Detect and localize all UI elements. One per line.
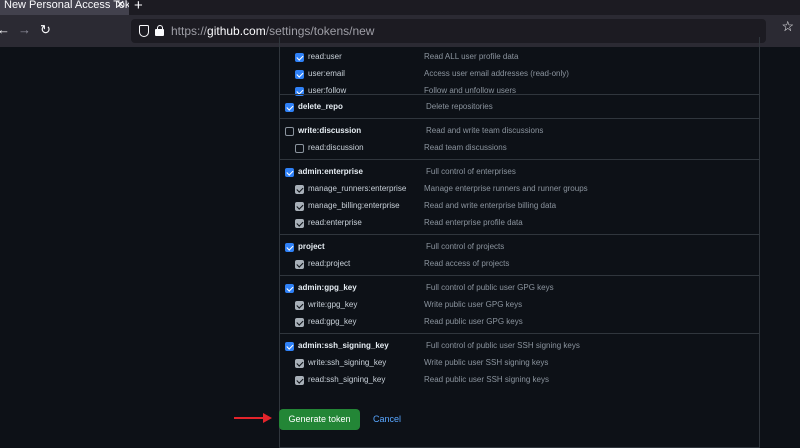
- scope-checkbox[interactable]: [295, 144, 304, 153]
- scope-row: admin:ssh_signing_key Full control of pub…: [280, 339, 750, 356]
- forward-icon[interactable]: →: [18, 22, 31, 37]
- close-icon[interactable]: ✕: [116, 0, 125, 11]
- scope-group: admin:ssh_signing_key Full control of pub…: [280, 333, 759, 391]
- scope-label[interactable]: write:gpg_key: [308, 300, 357, 309]
- scope-group: project Full control of projects read:proj…: [280, 234, 759, 275]
- scope-label[interactable]: read:gpg_key: [308, 317, 356, 326]
- scope-checkbox[interactable]: [285, 168, 294, 177]
- red-arrow-annotation: [234, 413, 272, 423]
- scope-row: user:email Access user email addresses (r…: [280, 67, 750, 84]
- scope-checkbox[interactable]: [295, 359, 304, 368]
- scope-group: read:user Read ALL user profile data user:…: [280, 45, 759, 96]
- scope-checkbox[interactable]: [295, 53, 304, 62]
- url-text[interactable]: https://github.com/settings/tokens/new: [171, 24, 374, 38]
- scope-label[interactable]: read:enterprise: [308, 218, 362, 227]
- scope-checkbox[interactable]: [285, 284, 294, 293]
- scope-checkbox[interactable]: [285, 342, 294, 351]
- scope-row: project Full control of projects: [280, 240, 750, 257]
- scope-label[interactable]: read:user: [308, 52, 342, 61]
- scope-row: delete_repo Delete repositories: [280, 100, 750, 117]
- scope-checkbox[interactable]: [295, 301, 304, 310]
- scope-label[interactable]: delete_repo: [298, 102, 343, 111]
- scope-row: read:project Read access of projects: [280, 257, 750, 274]
- bookmark-star-icon[interactable]: ☆: [781, 18, 794, 35]
- new-tab-button[interactable]: +: [134, 0, 143, 14]
- scope-group: admin:enterprise Full control of enterpri…: [280, 159, 759, 234]
- scope-row: admin:gpg_key Full control of public user…: [280, 281, 750, 298]
- scope-row: read:ssh_signing_key Read public user SSH…: [280, 373, 750, 390]
- scope-label[interactable]: project: [298, 242, 325, 251]
- scope-label[interactable]: read:discussion: [308, 143, 364, 152]
- scope-row: write:gpg_key Write public user GPG keys: [280, 298, 750, 315]
- scope-checkbox[interactable]: [295, 318, 304, 327]
- scope-row: admin:enterprise Full control of enterpri…: [280, 165, 750, 182]
- scope-checkbox[interactable]: [295, 219, 304, 228]
- scope-row: write:discussion Read and write team disc…: [280, 124, 750, 141]
- scope-label[interactable]: admin:enterprise: [298, 167, 363, 176]
- scope-description: Full control of projects: [426, 242, 505, 251]
- scope-row: read:user Read ALL user profile data: [280, 50, 750, 67]
- scope-checkbox[interactable]: [295, 202, 304, 211]
- scope-group: delete_repo Delete repositories: [280, 94, 759, 118]
- scope-description: Write public user GPG keys: [424, 300, 523, 309]
- cancel-link[interactable]: Cancel: [373, 414, 401, 424]
- scope-description: Delete repositories: [426, 102, 493, 111]
- scope-label[interactable]: read:project: [308, 259, 350, 268]
- scope-checkbox[interactable]: [285, 243, 294, 252]
- scope-checkbox[interactable]: [285, 103, 294, 112]
- tab-title: New Personal Access Tokens: [4, 0, 129, 11]
- scope-row: manage_billing:enterprise Read and write …: [280, 199, 750, 216]
- scope-label[interactable]: manage_billing:enterprise: [308, 201, 400, 210]
- reload-icon[interactable]: ↻: [40, 22, 51, 38]
- scope-description: Read team discussions: [424, 143, 507, 152]
- scope-description: Read ALL user profile data: [424, 52, 519, 61]
- scope-description: Read public user GPG keys: [424, 317, 523, 326]
- scope-description: Full control of enterprises: [426, 167, 516, 176]
- scope-description: Full control of public user SSH signing …: [426, 341, 580, 350]
- scope-description: Read access of projects: [424, 259, 510, 268]
- tab-bar: New Personal Access Tokens ✕ +: [0, 0, 800, 15]
- scope-description: Read enterprise profile data: [424, 218, 523, 227]
- scope-checkbox[interactable]: [295, 185, 304, 194]
- scope-row: read:enterprise Read enterprise profile d…: [280, 216, 750, 233]
- scope-description: Read and write team discussions: [426, 126, 544, 135]
- tab-active[interactable]: New Personal Access Tokens ✕: [0, 0, 129, 15]
- scope-checkbox[interactable]: [295, 260, 304, 269]
- scope-label[interactable]: manage_runners:enterprise: [308, 184, 406, 193]
- scope-description: Manage enterprise runners and runner gro…: [424, 184, 588, 193]
- lock-icon[interactable]: [155, 25, 164, 36]
- scope-label[interactable]: write:ssh_signing_key: [308, 358, 386, 367]
- scope-checkbox[interactable]: [295, 376, 304, 385]
- scope-row: manage_runners:enterprise Manage enterpri…: [280, 182, 750, 199]
- page-content: read:user Read ALL user profile data user:…: [0, 37, 800, 448]
- scope-row: read:gpg_key Read public user GPG keys: [280, 315, 750, 332]
- scope-description: Write public user SSH signing keys: [424, 358, 549, 367]
- scope-label[interactable]: admin:ssh_signing_key: [298, 341, 389, 350]
- back-icon[interactable]: ←: [0, 22, 10, 37]
- scope-label[interactable]: read:ssh_signing_key: [308, 375, 385, 384]
- scope-checkbox[interactable]: [285, 127, 294, 136]
- scope-row: read:discussion Read team discussions: [280, 141, 750, 158]
- scope-description: Access user email addresses (read-only): [424, 69, 569, 78]
- scope-group: write:discussion Read and write team disc…: [280, 118, 759, 159]
- scope-row: write:ssh_signing_key Write public user S…: [280, 356, 750, 373]
- scope-checkbox[interactable]: [295, 70, 304, 79]
- scope-description: Read and write enterprise billing data: [424, 201, 557, 210]
- scope-description: Read public user SSH signing keys: [424, 375, 549, 384]
- scope-label[interactable]: user:email: [308, 69, 345, 78]
- scope-label[interactable]: write:discussion: [298, 126, 361, 135]
- scopes-list: read:user Read ALL user profile data user:…: [279, 37, 760, 448]
- scope-group: admin:gpg_key Full control of public user…: [280, 275, 759, 333]
- generate-token-button[interactable]: Generate token: [279, 409, 360, 430]
- shield-icon[interactable]: [139, 25, 149, 37]
- scope-description: Full control of public user GPG keys: [426, 283, 554, 292]
- scope-label[interactable]: admin:gpg_key: [298, 283, 357, 292]
